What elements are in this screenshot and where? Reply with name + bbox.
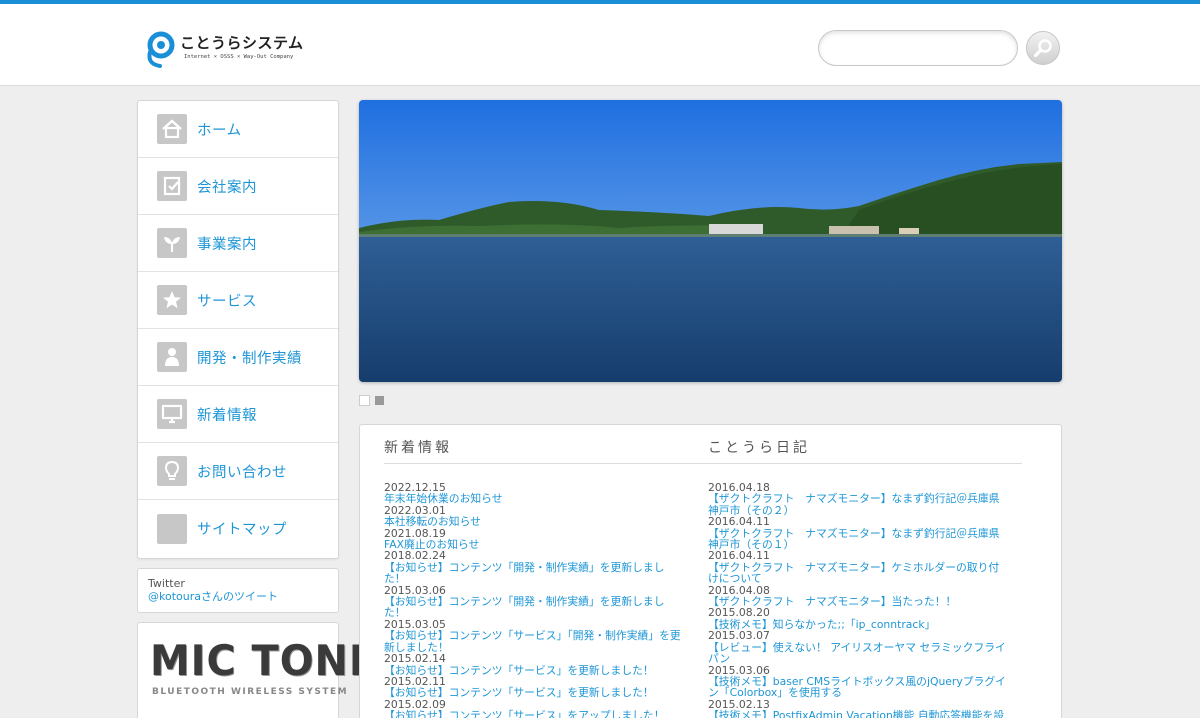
entry-link[interactable]: 【お知らせ】コンテンツ「開発・制作実績」を更新しました！ [384,596,684,619]
twitter-link[interactable]: @kotouraさんのツイート [148,590,328,603]
news-list: 2022.12.15 年末年始休業のお知らせ 2022.03.01 本社移転のお知らせ… [384,482,684,718]
banner-title: MIC TONE [150,636,378,685]
entry-link[interactable]: 【お知らせ】コンテンツ「サービス」をアップしました！ [384,710,684,718]
entry-link[interactable]: 【お知らせ】コンテンツ「サービス」を更新しました！ [384,687,684,699]
news-panel: 新着情報 2022.12.15 年末年始休業のお知らせ 2022.03.01 本社移転… [359,424,1062,718]
person-icon [157,342,187,372]
slider-pagination [359,395,384,406]
diary-column: ことうら日記 2016.04.18 【ザクトクラフト ナマズモニター】なまず釣行記… [708,425,1008,718]
entry-date: 2016.04.11 [708,515,770,529]
site-logo[interactable]: ことうらシステム Internet × OSSS × Way-Out Compa… [144,30,304,70]
entry-link[interactable]: 【お知らせ】コンテンツ「開発・制作実績」を更新しました！ [384,562,684,585]
diary-item: 2016.04.18 【ザクトクラフト ナマズモニター】なまず釣行記＠兵庫県神戸市… [708,482,1008,516]
nav-label: 事業案内 [197,236,257,253]
lightbulb-icon [157,456,187,486]
nav-item-service[interactable]: サービス [138,272,338,329]
search-button[interactable] [1026,31,1060,65]
entry-date: 2015.03.07 [708,629,770,643]
diary-item: 2015.03.07 【レビュー】使えない！ アイリスオーヤマ セラミックフライパ… [708,630,1008,664]
nav-item-news[interactable]: 新着情報 [138,386,338,443]
nav-label: サービス [197,293,257,310]
nav-label: サイトマップ [197,522,287,538]
entry-link[interactable]: 【ザクトクラフト ナマズモニター】なまず釣行記＠兵庫県神戸市（その１） [708,527,1008,551]
entry-link[interactable]: 【技術メモ】baser CMSライトボックス風のjQueryプラグイン「Colo… [708,676,1008,699]
diary-item: 2016.04.08 【ザクトクラフト ナマズモニター】当たった！！ [708,584,1008,607]
news-item: 2015.02.09 【お知らせ】コンテンツ「サービス」をアップしました！ [384,698,684,718]
monitor-icon [157,399,187,429]
twitter-title: Twitter [148,577,185,590]
entry-link[interactable]: 【お知らせ】コンテンツ「サービス」「開発・制作実績」を更新しました！ [384,630,684,653]
entry-link[interactable]: 【技術メモ】PostfixAdmin Vacation機能 自動応答機能を設定す… [708,710,1008,718]
nav-item-works[interactable]: 開発・制作実績 [138,329,338,386]
news-item: 2015.03.05 【お知らせ】コンテンツ「サービス」「開発・制作実績」を更新し… [384,618,684,653]
news-item: 2021.08.19 FAX廃止のお知らせ [384,527,684,550]
nav-label: 会社案内 [197,179,257,196]
diary-title: ことうら日記 [708,440,810,456]
nav-item-contact[interactable]: お問い合わせ [138,443,338,500]
diary-item: 2016.04.11 【ザクトクラフト ナマズモニター】なまず釣行記＠兵庫県神戸市… [708,516,1008,550]
nav-item-business[interactable]: 事業案内 [138,215,338,272]
mic-tone-banner[interactable]: MIC TONE BLUETOOTH WIRELESS SYSTEM [137,622,376,718]
home-icon [157,114,187,144]
news-title: 新着情報 [384,440,452,456]
blank-icon [157,513,187,544]
coastal-landscape-image [359,100,1062,382]
search-icon [1033,39,1052,58]
diary-item: 2016.04.11 【ザクトクラフト ナマズモニター】ケミホルダーの取り付けにつ… [708,550,1008,584]
entry-date: 2015.02.14 [384,652,446,666]
document-check-icon [157,171,187,201]
news-item: 2022.12.15 年末年始休業のお知らせ [384,482,684,505]
logo-tagline: Internet × OSSS × Way-Out Company [184,54,294,60]
search-input[interactable] [818,30,1018,66]
news-item: 2018.02.24 【お知らせ】コンテンツ「開発・制作実績」を更新しました！ [384,550,684,584]
nav-item-sitemap[interactable]: サイトマップ [138,500,338,557]
site-header: ことうらシステム Internet × OSSS × Way-Out Compa… [0,4,1200,86]
diary-item: 2015.08.20 【技術メモ】知らなかった;;「ip_conntrack」 [708,607,1008,630]
news-item: 2015.02.14 【お知らせ】コンテンツ「サービス」を更新しました！ [384,653,684,676]
logo-mark-icon [147,31,175,68]
entry-link[interactable]: 本社移転のお知らせ [384,516,684,528]
diary-item: 2015.03.06 【技術メモ】baser CMSライトボックス風のjQuery… [708,664,1008,699]
hero-slide-image [359,100,1062,382]
news-item: 2015.03.06 【お知らせ】コンテンツ「開発・制作実績」を更新しました！ [384,584,684,619]
entry-link[interactable]: 【ザクトクラフト ナマズモニター】ケミホルダーの取り付けについて [708,562,1008,585]
entry-link[interactable]: 【ザクトクラフト ナマズモニター】なまず釣行記＠兵庫県神戸市（その２） [708,493,1008,516]
news-column: 新着情報 2022.12.15 年末年始休業のお知らせ 2022.03.01 本社移転… [384,425,684,718]
twitter-widget: Twitter @kotouraさんのツイート [137,568,339,613]
entry-link[interactable]: 【レビュー】使えない！ アイリスオーヤマ セラミックフライパン [708,642,1008,665]
news-item: 2015.02.11 【お知らせ】コンテンツ「サービス」を更新しました！ [384,675,684,699]
star-icon [157,285,187,315]
nav-label: 開発・制作実績 [197,350,302,367]
nav-item-company[interactable]: 会社案内 [138,158,338,215]
news-item: 2022.03.01 本社移転のお知らせ [384,504,684,528]
sidebar-nav: ホーム 会社案内 事業案内 サービス 開発・制作実績 新着情報 お問い合わせ サ… [137,100,339,559]
diary-list: 2016.04.18 【ザクトクラフト ナマズモニター】なまず釣行記＠兵庫県神戸市… [708,482,1008,718]
banner-subtitle: BLUETOOTH WIRELESS SYSTEM [152,687,349,697]
nav-label: 新着情報 [197,407,257,424]
diary-item: 2015.02.13 【技術メモ】PostfixAdmin Vacation機能 … [708,698,1008,718]
nav-label: ホーム [197,122,242,139]
slider-dot-2[interactable] [375,396,384,405]
nav-label: お問い合わせ [197,464,287,481]
nav-item-home[interactable]: ホーム [138,101,338,158]
slider-dot-1[interactable] [359,395,370,406]
logo-name: ことうらシステム [180,34,304,52]
sprout-icon [157,228,187,258]
